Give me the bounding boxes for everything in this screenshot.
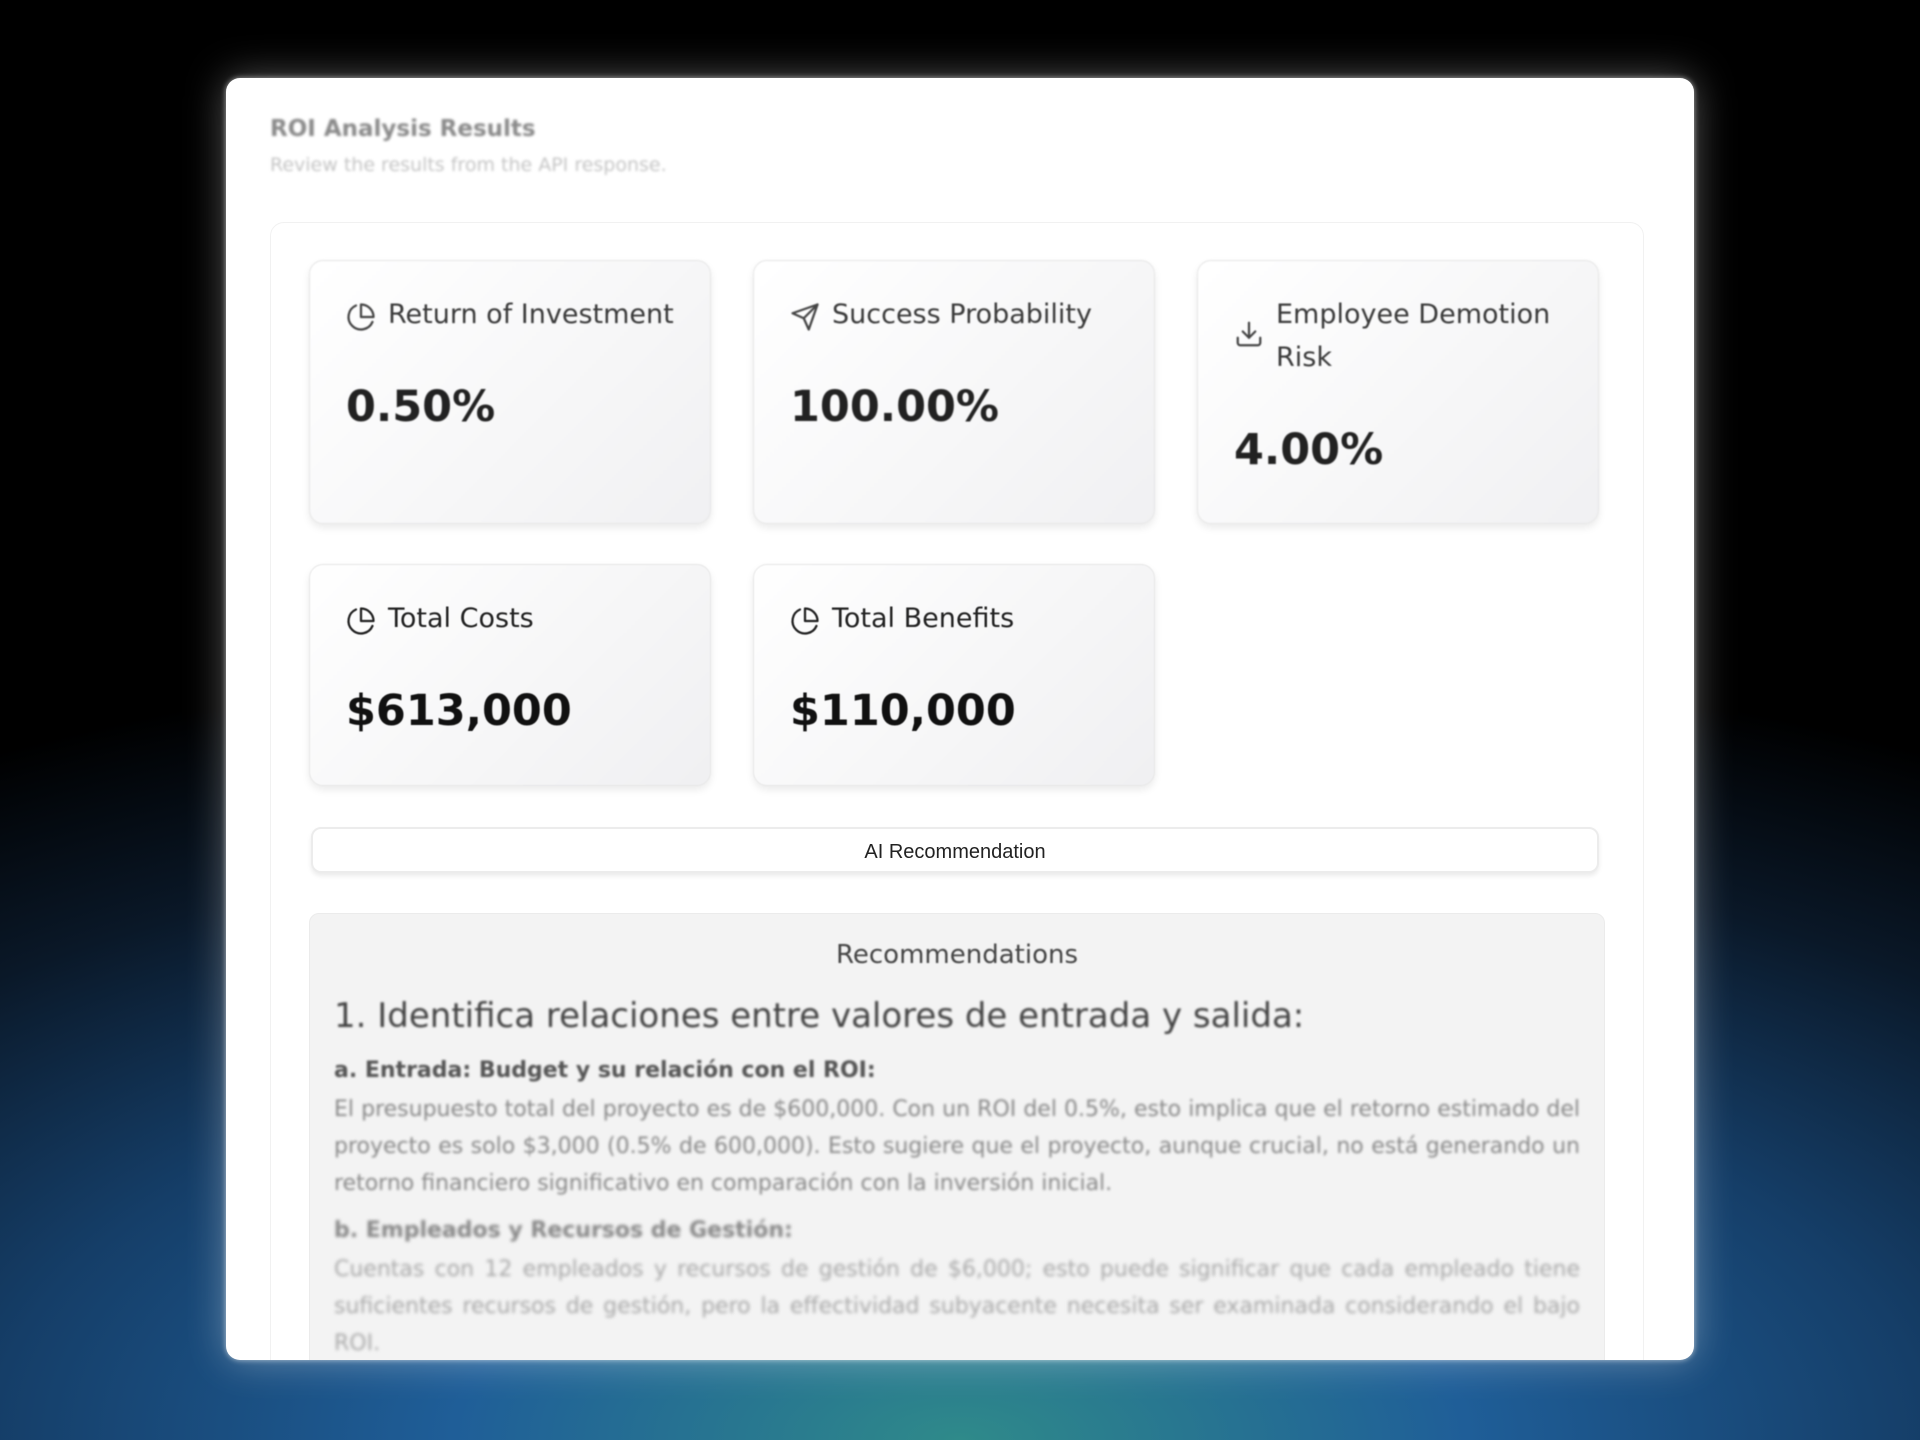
metric-label: Employee Demotion Risk xyxy=(1276,299,1551,373)
ai-recommendation-button[interactable]: AI Recommendation xyxy=(311,827,1599,873)
page-title: ROI Analysis Results xyxy=(270,116,536,142)
metric-card-roi: Return of Investment 0.50% xyxy=(309,260,711,524)
page-header: ROI Analysis Results Review the results … xyxy=(270,116,667,176)
metric-label: Total Benefits xyxy=(832,603,1015,634)
recommendation-text: El presupuesto total del proyecto es de … xyxy=(334,1097,1580,1196)
download-icon xyxy=(1234,319,1264,349)
recommendations-panel: Recommendations 1. Identifica relaciones… xyxy=(309,913,1605,1360)
page-subtitle: Review the results from the API response… xyxy=(270,154,667,176)
metric-card-success-probability: Success Probability 100.00% xyxy=(753,260,1155,524)
metric-label: Return of Investment xyxy=(388,299,674,330)
recommendation-subheading: b. Empleados y Recursos de Gestión: xyxy=(334,1218,793,1243)
results-panel: Return of Investment 0.50% Success Proba… xyxy=(270,222,1644,1360)
metric-value: $613,000 xyxy=(346,686,572,736)
metric-label: Total Costs xyxy=(388,603,534,634)
results-window: ROI Analysis Results Review the results … xyxy=(226,78,1694,1360)
send-icon xyxy=(790,302,820,332)
metric-value: 0.50% xyxy=(346,382,496,432)
pie-chart-icon xyxy=(346,606,376,636)
metric-card-employee-demotion-risk: Employee Demotion Risk 4.00% xyxy=(1197,260,1599,524)
metric-label: Success Probability xyxy=(832,299,1092,330)
recommendation-text: Cuentas con 12 empleados y recursos de g… xyxy=(334,1257,1580,1356)
metric-value: $110,000 xyxy=(790,686,1016,736)
recommendation-subheading: a. Entrada: Budget y su relación con el … xyxy=(334,1058,876,1083)
pie-chart-icon xyxy=(346,302,376,332)
metric-card-total-costs: Total Costs $613,000 xyxy=(309,564,711,786)
metric-card-total-benefits: Total Benefits $110,000 xyxy=(753,564,1155,786)
metric-value: 100.00% xyxy=(790,382,1000,432)
recommendations-heading: 1. Identifica relaciones entre valores d… xyxy=(334,996,1305,1036)
metric-value: 4.00% xyxy=(1234,425,1384,475)
pie-chart-icon xyxy=(790,606,820,636)
recommendations-title: Recommendations xyxy=(835,940,1078,970)
